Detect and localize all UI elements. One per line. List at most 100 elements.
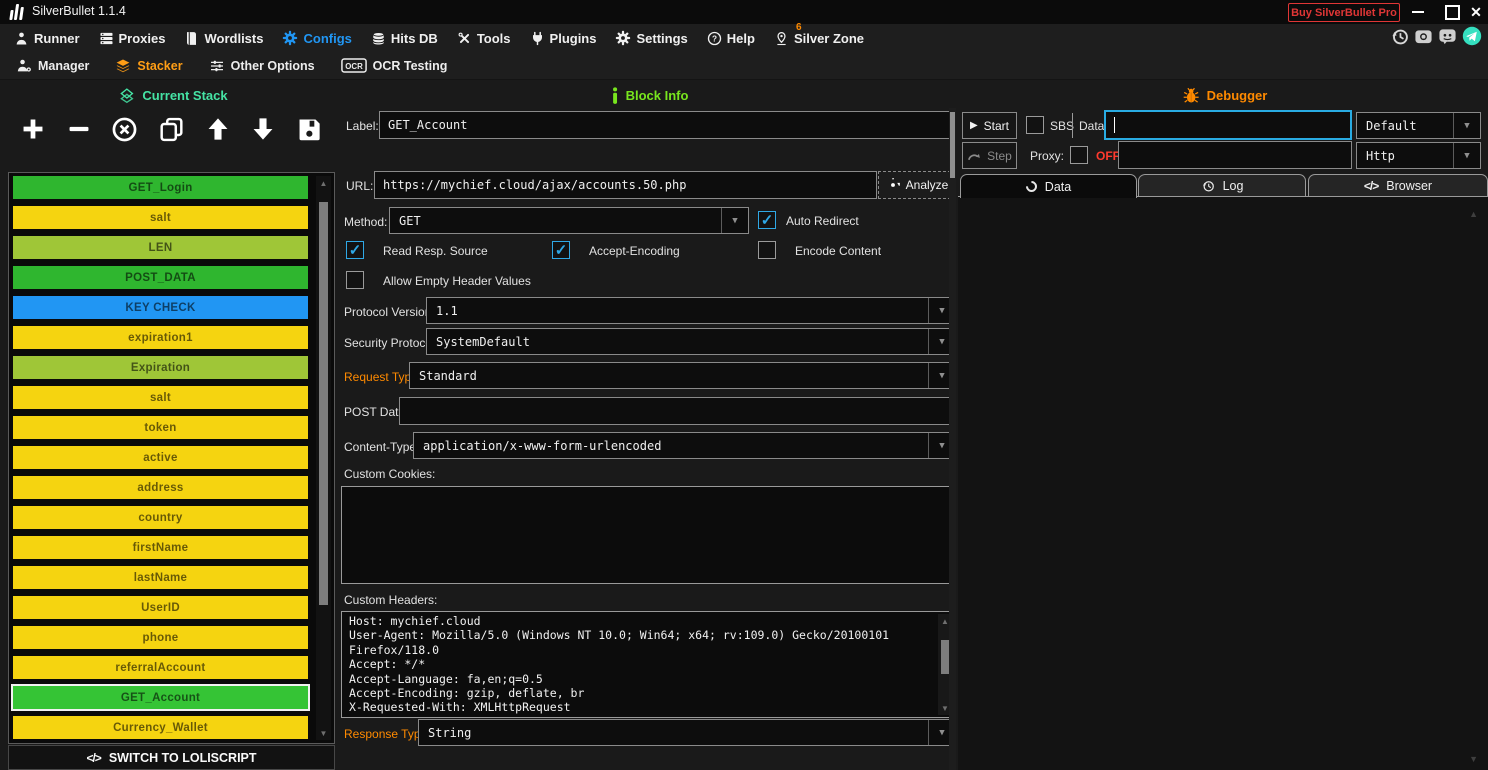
minimize-button[interactable] [1404,0,1432,24]
security-protocol-dropdown[interactable]: SystemDefault ▼ [426,328,956,355]
wordlists-icon [184,31,199,46]
menu-item-help[interactable]: ? Help [707,31,755,46]
stack-item[interactable]: token [13,416,308,439]
encode-content-checkbox[interactable] [758,241,776,259]
stack-item[interactable]: salt [13,206,308,229]
switch-to-loliscript-button[interactable]: </> SWITCH TO LOLISCRIPT [8,745,335,770]
method-dropdown[interactable]: GET ▼ [389,207,749,234]
url-input[interactable] [374,171,877,199]
custom-headers-label: Custom Headers: [344,593,437,607]
history-icon[interactable] [1390,27,1409,46]
submenu-item-other-options[interactable]: Other Options [209,58,315,74]
remove-block-button minus-icon[interactable] [66,116,92,142]
stack-item[interactable]: expiration1 [13,326,308,349]
stack-item[interactable]: firstName [13,536,308,559]
read-resp-source-checkbox[interactable] [346,241,364,259]
tab-data[interactable]: Data [960,174,1137,198]
stack-item[interactable]: address [13,476,308,499]
submenu-item-stacker[interactable]: Stacker [115,58,182,74]
menu-item-configs[interactable]: Configs [282,30,351,46]
buy-pro-button[interactable]: Buy SilverBullet Pro [1288,3,1400,22]
scroll-up-arrow[interactable]: ▲ [1469,209,1478,219]
scroll-down-arrow[interactable]: ▼ [316,726,331,740]
chevron-down-icon: ▼ [1453,143,1480,168]
add-block-button plus-icon[interactable] [20,116,46,142]
content-type-label: Content-Type: [344,440,419,454]
info-icon [612,87,619,104]
proxy-input[interactable] [1118,141,1352,169]
custom-cookies-textarea[interactable] [341,486,956,584]
analyze-icon [886,178,900,192]
accept-encoding-checkbox[interactable] [552,241,570,259]
custom-headers-editor[interactable]: Host: mychief.cloud User-Agent: Mozilla/… [341,611,956,718]
main-menubar: Runner Proxies Wordlists Configs Hits DB… [0,24,1488,52]
scroll-down-arrow[interactable]: ▼ [1469,754,1478,764]
stack-item[interactable]: GET_Login [13,176,308,199]
stack-scrollbar[interactable]: ▲ ▼ [316,176,331,740]
duplicate-block-button copy-icon[interactable] [158,116,185,143]
stack-item[interactable]: Expiration [13,356,308,379]
menu-item-runner[interactable]: Runner [14,31,80,46]
telegram-icon[interactable] [1462,26,1482,46]
content-type-dropdown[interactable]: application/x-www-form-urlencoded ▼ [413,432,956,459]
url-field-label: URL: [346,179,373,193]
move-down-button arrow-down-icon[interactable] [250,116,276,142]
save-stack-button floppy-icon[interactable] [296,116,322,142]
menu-item-silver-zone[interactable]: 6 Silver Zone [774,31,864,46]
proxy-label: Proxy: [1030,149,1064,163]
auto-redirect-checkbox[interactable] [758,211,776,229]
proxy-type-dropdown[interactable]: Http ▼ [1356,142,1481,169]
protocol-version-dropdown[interactable]: 1.1 ▼ [426,297,956,324]
analyze-button[interactable]: Analyze [878,171,956,199]
menu-item-proxies[interactable]: Proxies [99,31,166,46]
menu-item-hits-db[interactable]: Hits DB [371,31,438,46]
app-title: SilverBullet 1.1.4 [32,4,126,18]
submenu-item-ocr-testing[interactable]: OCR OCR Testing [341,58,448,73]
scroll-up-arrow[interactable]: ▲ [316,176,331,190]
menu-item-settings[interactable]: Settings [615,30,687,46]
label-field-label: Label: [346,119,379,133]
move-up-button arrow-up-icon[interactable] [205,116,231,142]
stack-item[interactable]: salt [13,386,308,409]
stack-item[interactable]: Currency_Wallet [13,716,308,739]
response-type-dropdown[interactable]: String ▼ [418,719,956,746]
request-type-dropdown[interactable]: Standard ▼ [409,362,956,389]
menu-item-tools[interactable]: Tools [457,31,511,46]
stack-item[interactable]: KEY CHECK [13,296,308,319]
step-button[interactable]: Step [962,142,1017,169]
sbs-checkbox[interactable] [1026,116,1044,134]
start-button[interactable]: ▶ Start [962,112,1017,139]
stack-item[interactable]: country [13,506,308,529]
allow-empty-header-values-label: Allow Empty Header Values [383,274,531,288]
close-button[interactable]: ✕ [1462,0,1488,24]
scroll-thumb[interactable] [319,202,328,605]
stack-item[interactable]: referralAccount [13,656,308,679]
stack-item[interactable]: active [13,446,308,469]
menu-item-plugins[interactable]: Plugins [530,31,597,46]
label-input[interactable] [379,111,955,139]
screenshot-camera-icon[interactable] [1414,27,1433,46]
tab-log[interactable]: Log [1138,174,1306,197]
tab-browser[interactable]: </> Browser [1308,174,1488,197]
text-caret [1114,117,1115,133]
discord-icon[interactable] [1438,27,1457,46]
scroll-thumb[interactable] [950,112,955,178]
submenu-item-manager[interactable]: Manager [16,58,89,73]
post-data-input[interactable] [399,397,956,425]
stack-item[interactable]: lastName [13,566,308,589]
scroll-thumb[interactable] [941,640,949,674]
block-info-scrollbar[interactable] [949,108,956,770]
stack-item[interactable]: phone [13,626,308,649]
stack-item[interactable]: LEN [13,236,308,259]
code-icon: </> [1364,179,1378,193]
stack-item[interactable]: UserID [13,596,308,619]
disable-block-button circle-x-icon[interactable] [111,116,138,143]
preset-dropdown[interactable]: Default ▼ [1356,112,1481,139]
debug-data-input[interactable] [1104,110,1352,140]
proxy-checkbox[interactable] [1070,146,1088,164]
stack-item[interactable]: POST_DATA [13,266,308,289]
stack-item[interactable]: GET_Account [13,686,308,709]
protocol-version-label: Protocol Version: [344,305,435,319]
menu-item-wordlists[interactable]: Wordlists [184,31,263,46]
allow-empty-header-values-checkbox[interactable] [346,271,364,289]
